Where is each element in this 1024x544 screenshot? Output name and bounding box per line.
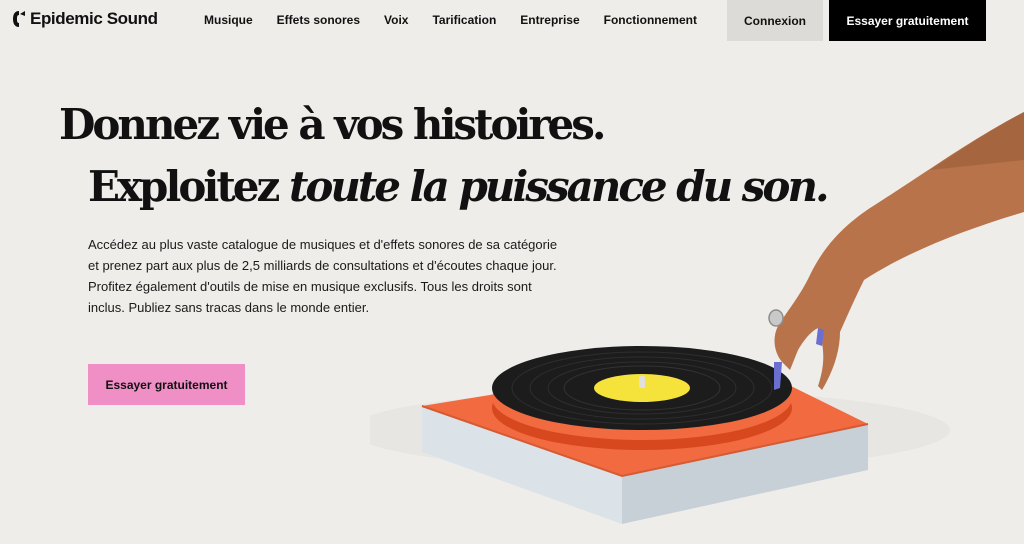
epidemic-sound-logo-icon [13,11,25,27]
main-nav: Musique Effets sonores Voix Tarification… [204,13,697,27]
login-button[interactable]: Connexion [727,0,823,41]
try-free-header-button[interactable]: Essayer gratuitement [829,0,986,41]
headline-plain-text: Exploitez [88,162,289,211]
nav-item-musique[interactable]: Musique [204,13,253,27]
try-free-hero-button[interactable]: Essayer gratuitement [88,364,245,405]
top-navigation: Epidemic Sound Musique Effets sonores Vo… [0,0,1024,42]
nav-item-tarification[interactable]: Tarification [432,13,496,27]
nav-item-fonctionnement[interactable]: Fonctionnement [604,13,697,27]
nav-item-entreprise[interactable]: Entreprise [520,13,579,27]
nav-item-effets-sonores[interactable]: Effets sonores [277,13,360,27]
logo[interactable]: Epidemic Sound [12,9,158,29]
nav-item-voix[interactable]: Voix [384,13,408,27]
logo-text: Epidemic Sound [30,9,158,28]
page: Epidemic Sound Musique Effets sonores Vo… [0,0,1024,544]
turntable-illustration [370,112,1024,524]
